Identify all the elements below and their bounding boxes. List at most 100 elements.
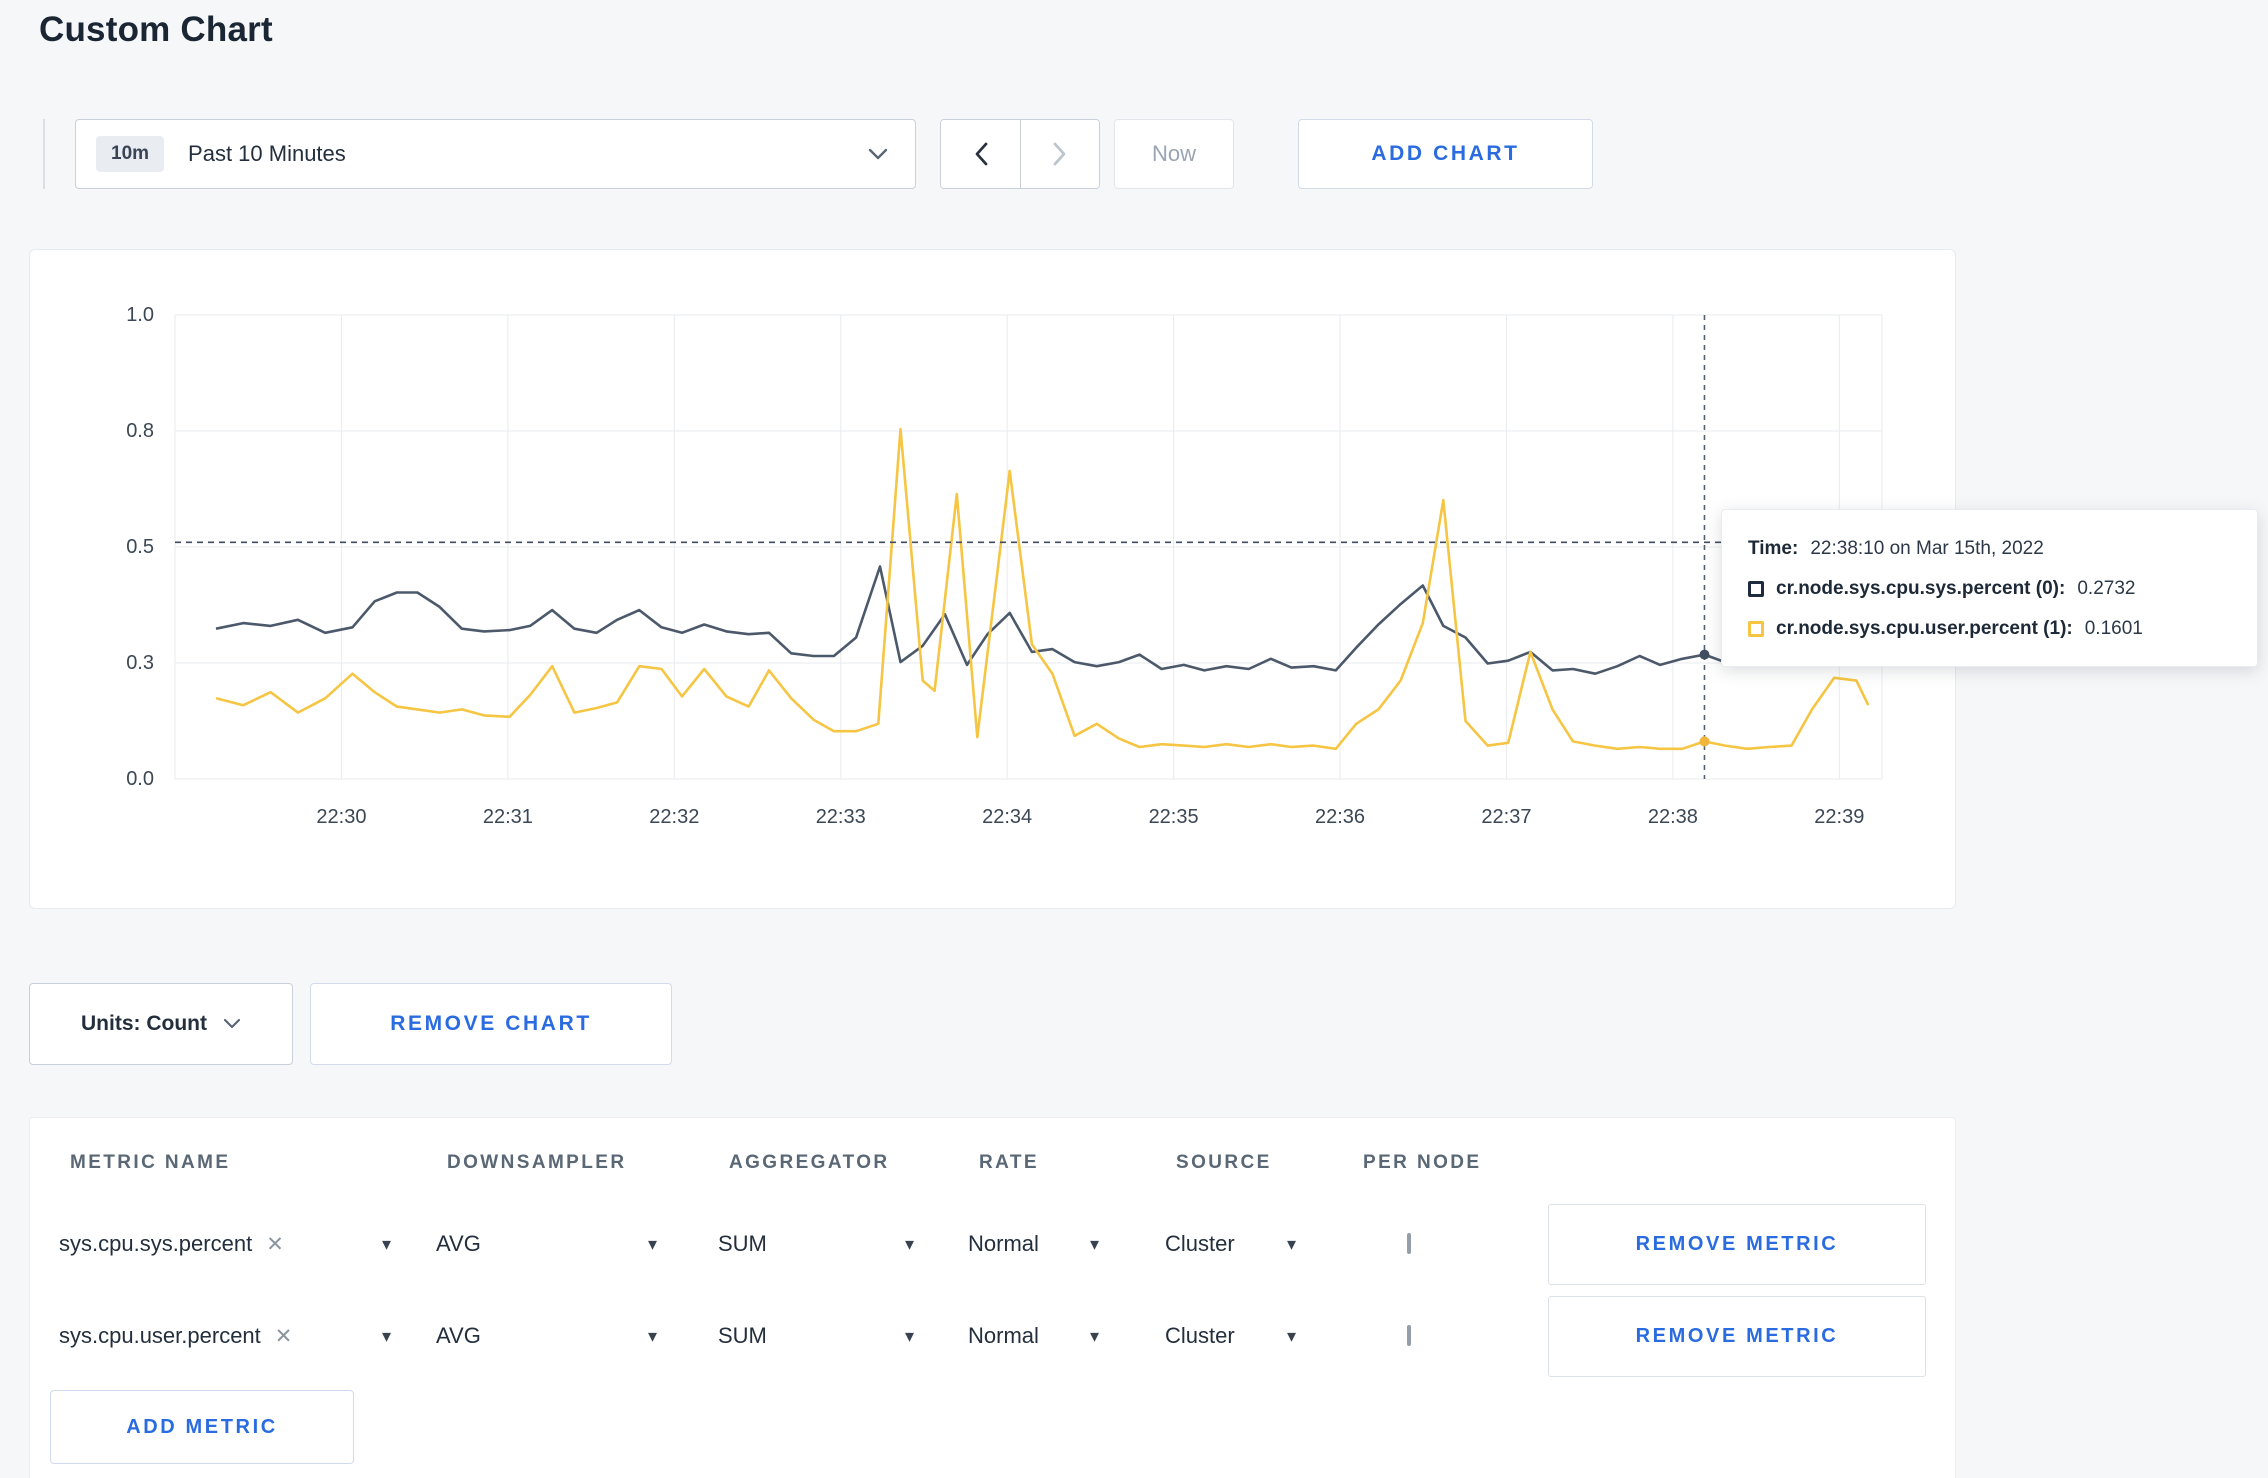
metric-row: sys.cpu.user.percent ✕ ▾ AVG ▾ SUM ▾ Norma… (30, 1290, 1955, 1382)
metric-name-select[interactable]: sys.cpu.user.percent ✕ ▾ (59, 1323, 391, 1349)
tooltip-series-value: 0.1601 (2084, 618, 2143, 639)
chart-tooltip: Time: 22:38:10 on Mar 15th, 2022 cr.node… (1721, 509, 2258, 667)
y-axis-tick: 0.8 (126, 420, 154, 442)
aggregator-select[interactable]: SUM ▾ (718, 1231, 914, 1257)
col-header-aggregator: AGGREGATOR (729, 1152, 890, 1173)
source-value: Cluster (1165, 1323, 1235, 1348)
rate-value: Normal (968, 1323, 1039, 1348)
x-axis-tick: 22:35 (1148, 806, 1199, 828)
time-range-nav (940, 119, 1100, 189)
x-axis-tick: 22:38 (1647, 806, 1698, 828)
caret-down-icon: ▾ (904, 1326, 914, 1346)
next-range-button[interactable] (1020, 120, 1099, 188)
clear-metric-icon[interactable]: ✕ (275, 1326, 293, 1347)
caret-down-icon: ▾ (381, 1326, 391, 1346)
x-axis: 22:30 22:31 22:32 22:33 22:34 22:35 22:36 22:37… (175, 806, 1882, 836)
metrics-table: METRIC NAME DOWNSAMPLER AGGREGATOR RATE … (29, 1117, 1956, 1478)
aggregator-value: SUM (718, 1231, 767, 1256)
time-range-badge: 10m (96, 136, 165, 172)
rate-select[interactable]: Normal ▾ (968, 1231, 1099, 1257)
x-axis-tick: 22:36 (1314, 806, 1366, 828)
series-line-user-percent (215, 427, 1870, 751)
time-range-label: Past 10 Minutes (188, 141, 346, 166)
y-axis-tick: 0.5 (126, 536, 154, 558)
chart-card: 1.0 0.8 0.5 0.3 0.0 22:30 22:31 22:32 22:33 22:3… (29, 249, 1956, 909)
caret-down-icon: ▾ (1286, 1326, 1296, 1346)
tooltip-series-row: cr.node.sys.cpu.user.percent (1): 0.1601 (1748, 612, 2231, 646)
source-select[interactable]: Cluster ▾ (1165, 1231, 1296, 1257)
caret-down-icon: ▾ (904, 1234, 914, 1254)
col-header-rate: RATE (979, 1152, 1039, 1173)
add-chart-button[interactable]: ADD CHART (1298, 119, 1593, 189)
tooltip-series-row: cr.node.sys.cpu.sys.percent (0): 0.2732 (1748, 572, 2231, 606)
downsampler-select[interactable]: AVG ▾ (436, 1231, 657, 1257)
y-axis-tick: 0.3 (126, 652, 154, 674)
crosshair-marker (1699, 649, 1710, 660)
metric-name-select[interactable]: sys.cpu.sys.percent ✕ ▾ (59, 1231, 391, 1257)
crosshair-marker (1699, 736, 1710, 747)
rate-select[interactable]: Normal ▾ (968, 1323, 1099, 1349)
tooltip-series-label: cr.node.sys.cpu.user.percent (1): (1776, 618, 2073, 639)
tooltip-time-row: Time: 22:38:10 on Mar 15th, 2022 (1748, 532, 2231, 566)
series-swatch-user-icon (1748, 621, 1764, 637)
caret-down-icon: ▾ (381, 1234, 391, 1254)
remove-metric-button[interactable]: REMOVE METRIC (1548, 1203, 1926, 1285)
per-node-checkbox[interactable] (1407, 1233, 1411, 1254)
y-axis-tick: 1.0 (126, 304, 154, 326)
caret-down-icon: ▾ (1089, 1234, 1099, 1254)
downsampler-select[interactable]: AVG ▾ (436, 1323, 657, 1349)
x-axis-tick: 22:30 (316, 806, 367, 828)
col-header-per-node: PER NODE (1363, 1152, 1482, 1173)
downsampler-value: AVG (436, 1323, 481, 1348)
custom-chart-page: Custom Chart 10m Past 10 Minutes Now ADD… (0, 0, 2268, 1478)
source-select[interactable]: Cluster ▾ (1165, 1323, 1296, 1349)
tooltip-series-label: cr.node.sys.cpu.sys.percent (0): (1776, 578, 2066, 599)
caret-down-icon: ▾ (647, 1326, 657, 1346)
x-axis-tick: 22:39 (1814, 806, 1865, 828)
tooltip-time-value: 22:38:10 on Mar 15th, 2022 (1810, 538, 2044, 559)
metrics-table-header: METRIC NAME DOWNSAMPLER AGGREGATOR RATE … (30, 1118, 1955, 1198)
clear-metric-icon[interactable]: ✕ (266, 1234, 284, 1255)
now-button[interactable]: Now (1114, 119, 1234, 189)
aggregator-value: SUM (718, 1323, 767, 1348)
chevron-left-icon (975, 142, 987, 166)
add-metric-button[interactable]: ADD METRIC (50, 1390, 354, 1464)
time-range-dropdown[interactable]: 10m Past 10 Minutes (75, 119, 916, 189)
remove-metric-button[interactable]: REMOVE METRIC (1548, 1295, 1926, 1377)
chevron-down-icon (223, 1018, 241, 1029)
downsampler-value: AVG (436, 1231, 481, 1256)
metric-name-value: sys.cpu.user.percent (59, 1323, 261, 1348)
y-axis: 1.0 0.8 0.5 0.3 0.0 (30, 304, 160, 790)
aggregator-select[interactable]: SUM ▾ (718, 1323, 914, 1349)
tooltip-series-value: 0.2732 (2077, 578, 2136, 599)
x-axis-tick: 22:37 (1481, 806, 1532, 828)
units-dropdown[interactable]: Units: Count (29, 983, 293, 1065)
prev-range-button[interactable] (941, 120, 1020, 188)
caret-down-icon: ▾ (1286, 1234, 1296, 1254)
chevron-down-icon (868, 148, 888, 160)
x-axis-tick: 22:33 (815, 806, 866, 828)
x-axis-tick: 22:34 (982, 806, 1033, 828)
col-header-metric-name: METRIC NAME (70, 1152, 231, 1173)
source-value: Cluster (1165, 1231, 1235, 1256)
caret-down-icon: ▾ (647, 1234, 657, 1254)
x-axis-tick: 22:32 (649, 806, 700, 828)
series-swatch-sys-icon (1748, 581, 1764, 597)
series-line-sys-percent (215, 565, 1857, 676)
x-axis-tick: 22:31 (482, 806, 533, 828)
caret-down-icon: ▾ (1089, 1326, 1099, 1346)
units-label: Units: Count (81, 1012, 207, 1035)
toolbar-divider (43, 119, 45, 189)
metric-row: sys.cpu.sys.percent ✕ ▾ AVG ▾ SUM ▾ Normal… (30, 1198, 1955, 1290)
remove-chart-button[interactable]: REMOVE CHART (310, 983, 672, 1065)
tooltip-time-label: Time: (1748, 538, 1799, 559)
col-header-downsampler: DOWNSAMPLER (447, 1152, 627, 1173)
col-header-source: SOURCE (1176, 1152, 1272, 1173)
page-title: Custom Chart (39, 10, 273, 49)
per-node-checkbox[interactable] (1407, 1325, 1411, 1346)
chart-plot-area[interactable] (174, 314, 1883, 780)
metric-name-value: sys.cpu.sys.percent (59, 1231, 253, 1256)
chevron-right-icon (1053, 142, 1066, 166)
rate-value: Normal (968, 1231, 1039, 1256)
chart-canvas (174, 314, 1883, 780)
